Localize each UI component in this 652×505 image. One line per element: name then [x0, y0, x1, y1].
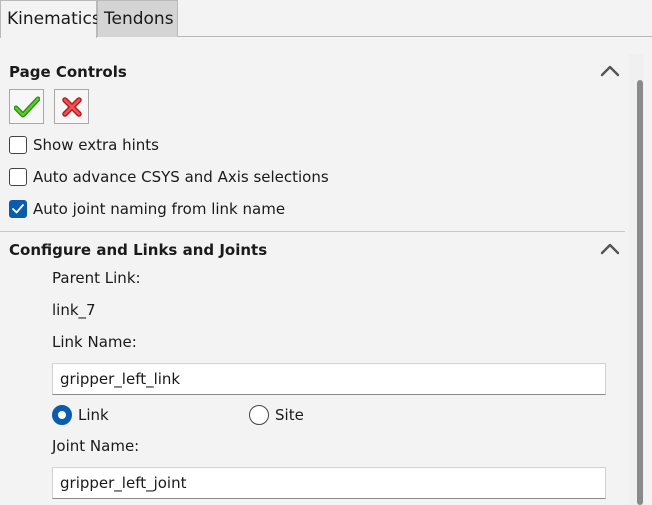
radio-option-link[interactable]: Link: [52, 404, 109, 426]
radio-button[interactable]: [249, 405, 269, 425]
checkmark-icon: [12, 204, 24, 214]
radio-option-site[interactable]: Site: [249, 404, 304, 426]
checkbox-label: Auto joint naming from link name: [33, 200, 286, 218]
property-manager-panel: Kinematics Tendons Page Controls Show ex…: [0, 0, 652, 505]
section-divider: [0, 231, 625, 232]
radio-label: Site: [275, 406, 304, 424]
option-auto-advance[interactable]: Auto advance CSYS and Axis selections: [9, 166, 329, 188]
chevron-up-icon[interactable]: [599, 242, 621, 256]
radio-label: Link: [78, 406, 109, 424]
chevron-up-icon[interactable]: [599, 64, 621, 78]
option-auto-joint-naming[interactable]: Auto joint naming from link name: [9, 198, 285, 220]
checkbox-label: Auto advance CSYS and Axis selections: [33, 168, 329, 186]
ok-button[interactable]: [9, 89, 44, 124]
cancel-button[interactable]: [54, 89, 89, 124]
scrollbar-thumb[interactable]: [637, 80, 643, 505]
option-show-extra-hints[interactable]: Show extra hints: [9, 134, 159, 156]
parent-link-label: Parent Link:: [52, 269, 141, 287]
section-title-configure: Configure and Links and Joints: [9, 241, 268, 259]
checkbox-checked[interactable]: [9, 200, 27, 218]
tab-bar: Kinematics Tendons: [0, 0, 652, 38]
parent-link-value: link_7: [52, 301, 96, 319]
radio-button-selected[interactable]: [52, 405, 72, 425]
joint-name-input[interactable]: [52, 467, 606, 499]
link-name-label: Link Name:: [52, 333, 137, 351]
checkbox[interactable]: [9, 136, 27, 154]
link-name-input[interactable]: [52, 363, 606, 395]
joint-name-label: Joint Name:: [52, 437, 140, 455]
section-title-page-controls: Page Controls: [9, 63, 127, 81]
tab-kinematics[interactable]: Kinematics: [0, 0, 101, 38]
checkmark-icon: [13, 96, 40, 117]
checkbox-label: Show extra hints: [33, 136, 159, 154]
tab-tendons[interactable]: Tendons: [97, 0, 178, 37]
checkbox[interactable]: [9, 168, 27, 186]
close-icon: [61, 96, 82, 117]
